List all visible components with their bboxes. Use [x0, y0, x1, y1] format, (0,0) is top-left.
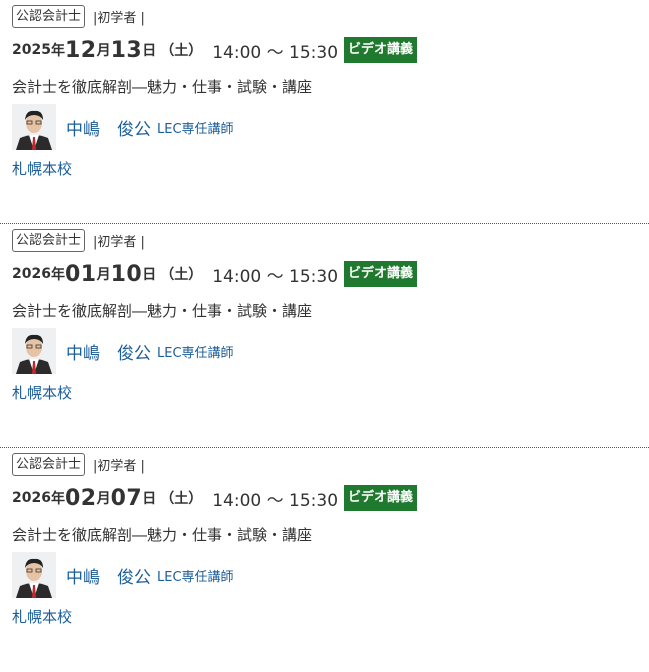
seminar-list: 公認会計士 |初学者 | 2025 年 12 月 13 日 （土） 14:00 ～ 15:… [0, 0, 649, 672]
seminar-item: 公認会計士 |初学者 | 2025 年 12 月 13 日 （土） 14:00 ～ 15:… [0, 0, 649, 224]
date-month: 12 [64, 37, 97, 63]
date-day-unit: 日 [142, 43, 157, 59]
time-range: 14:00 ～ 15:30 [212, 42, 339, 63]
level-tag: |初学者 | [93, 234, 145, 250]
time-range: 14:00 ～ 15:30 [212, 490, 339, 511]
teacher-photo-icon [12, 328, 56, 374]
date-month-unit: 月 [96, 267, 111, 283]
teacher-photo-icon [12, 552, 56, 598]
date-month: 02 [64, 485, 97, 511]
date-year-unit: 年 [50, 491, 65, 507]
date-day: 13 [110, 37, 143, 63]
teacher-name-link[interactable]: 中嶋 俊公 [66, 115, 151, 140]
date-year: 2026 [12, 490, 51, 506]
date-day: 07 [110, 485, 143, 511]
teacher-role: LEC専任講師 [157, 569, 234, 585]
school-link[interactable]: 札幌本校 [12, 606, 72, 628]
tag-row: 公認会計士 |初学者 | [12, 4, 649, 28]
date-weekday: （土） [160, 43, 203, 59]
seminar-title: 会計士を徹底解剖―魅力・仕事・試験・講座 [12, 302, 313, 320]
seminar-item: 公認会計士 |初学者 | 2026 年 01 月 10 日 （土） 14:00 ～ 15:… [0, 224, 649, 448]
teacher-avatar[interactable] [12, 328, 56, 374]
category-tag: 公認会計士 [12, 4, 86, 28]
school-link[interactable]: 札幌本校 [12, 382, 72, 404]
video-lecture-badge: ビデオ講義 [344, 485, 418, 511]
date-day: 10 [110, 261, 143, 287]
teacher-role: LEC専任講師 [157, 345, 234, 361]
teacher-photo-icon [12, 104, 56, 150]
seminar-title: 会計士を徹底解剖―魅力・仕事・試験・講座 [12, 78, 313, 96]
date-weekday: （土） [160, 267, 203, 283]
tag-row: 公認会計士 |初学者 | [12, 452, 649, 476]
seminar-item: 公認会計士 |初学者 | 2026 年 02 月 07 日 （土） 14:00 ～ 15:… [0, 448, 649, 672]
date-year-unit: 年 [50, 267, 65, 283]
date-weekday: （土） [160, 491, 203, 507]
date-time-row: 2026 年 01 月 10 日 （土） 14:00 ～ 15:30 ビデオ講義 [12, 260, 649, 288]
date-year-unit: 年 [50, 43, 65, 59]
tag-row: 公認会計士 |初学者 | [12, 228, 649, 252]
category-tag: 公認会計士 [12, 228, 86, 252]
teacher-avatar[interactable] [12, 104, 56, 150]
video-lecture-badge: ビデオ講義 [344, 261, 418, 287]
seminar-title: 会計士を徹底解剖―魅力・仕事・試験・講座 [12, 526, 313, 544]
category-tag: 公認会計士 [12, 452, 86, 476]
date-month: 01 [64, 261, 97, 287]
video-lecture-badge: ビデオ講義 [344, 37, 418, 63]
time-range: 14:00 ～ 15:30 [212, 266, 339, 287]
level-tag: |初学者 | [93, 458, 145, 474]
date-month-unit: 月 [96, 43, 111, 59]
teacher-name-link[interactable]: 中嶋 俊公 [66, 339, 151, 364]
school-link[interactable]: 札幌本校 [12, 158, 72, 180]
date-year: 2026 [12, 266, 51, 282]
teacher-row: 中嶋 俊公 LEC専任講師 [12, 552, 649, 598]
teacher-name-link[interactable]: 中嶋 俊公 [66, 563, 151, 588]
teacher-avatar[interactable] [12, 552, 56, 598]
teacher-role: LEC専任講師 [157, 121, 234, 137]
teacher-row: 中嶋 俊公 LEC専任講師 [12, 104, 649, 150]
date-day-unit: 日 [142, 267, 157, 283]
date-time-row: 2025 年 12 月 13 日 （土） 14:00 ～ 15:30 ビデオ講義 [12, 36, 649, 64]
date-month-unit: 月 [96, 491, 111, 507]
teacher-row: 中嶋 俊公 LEC専任講師 [12, 328, 649, 374]
date-time-row: 2026 年 02 月 07 日 （土） 14:00 ～ 15:30 ビデオ講義 [12, 484, 649, 512]
date-day-unit: 日 [142, 491, 157, 507]
level-tag: |初学者 | [93, 10, 145, 26]
date-year: 2025 [12, 42, 51, 58]
